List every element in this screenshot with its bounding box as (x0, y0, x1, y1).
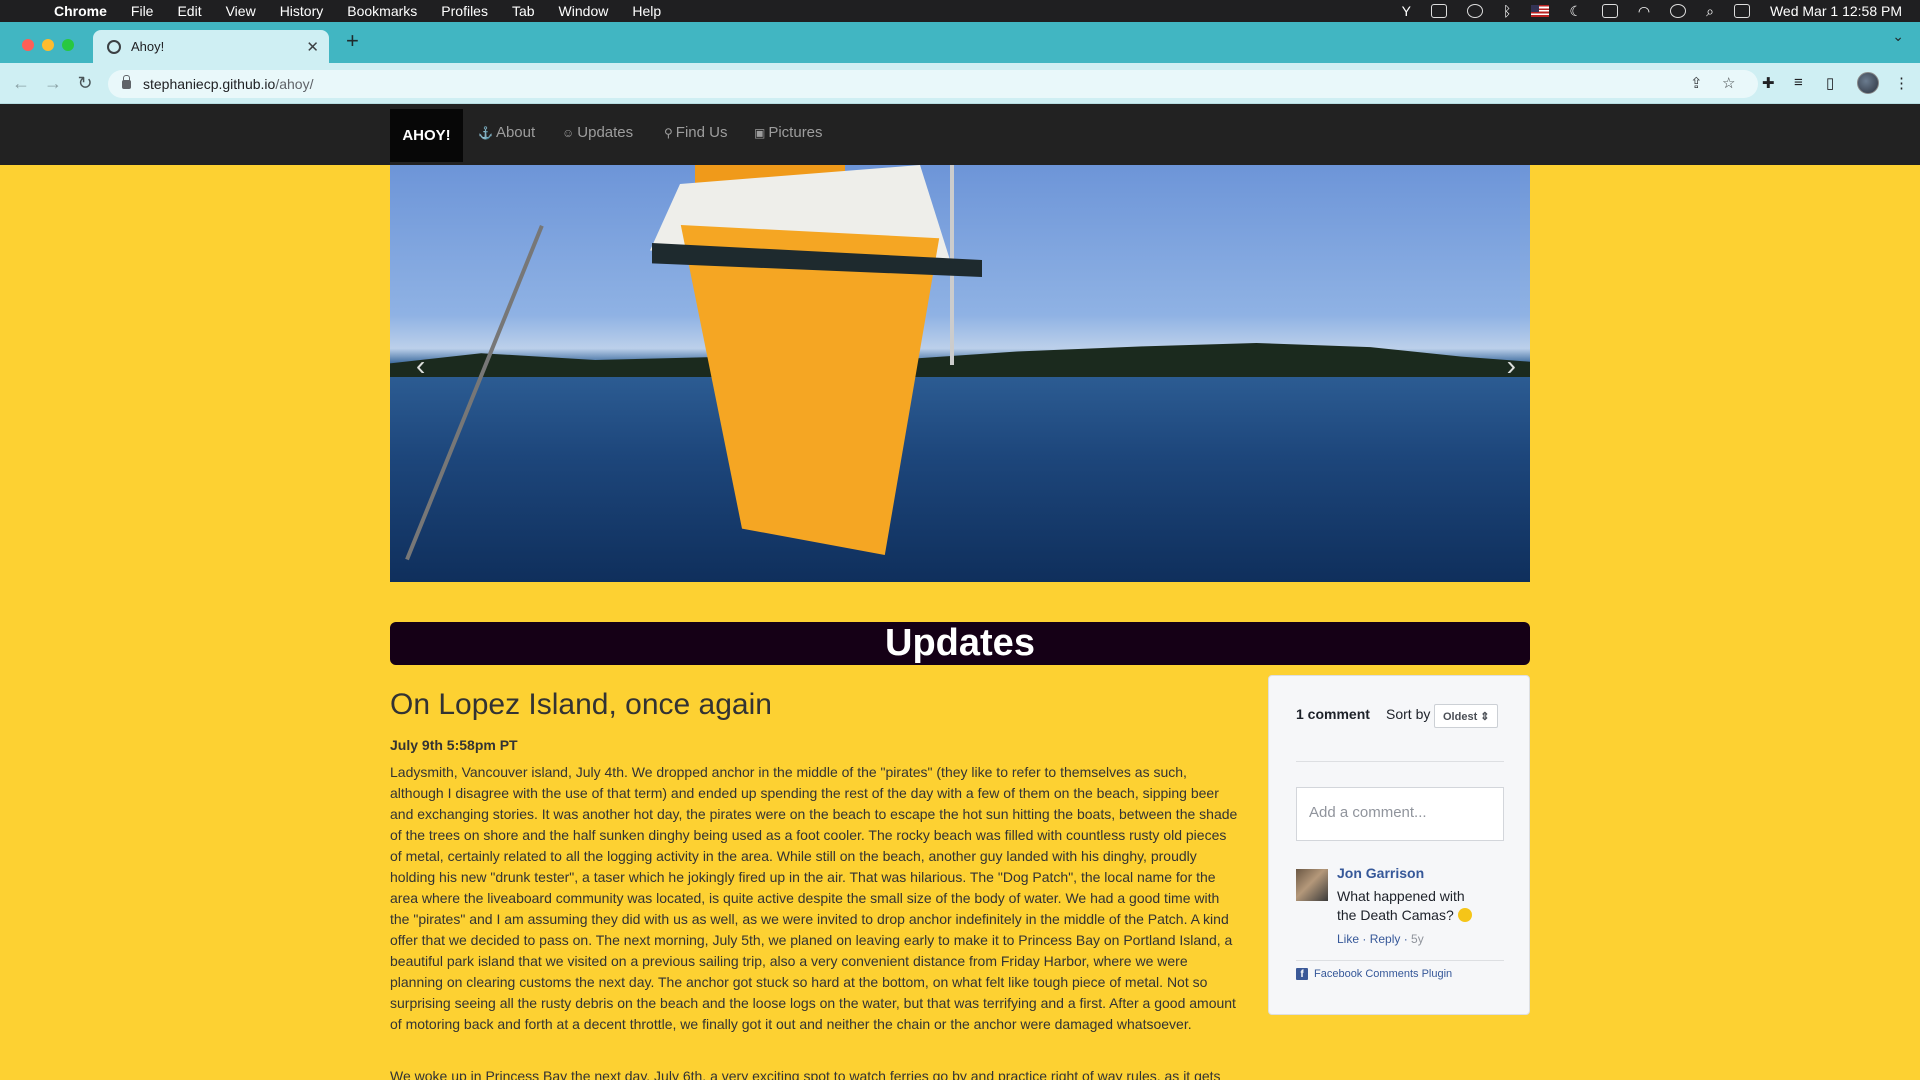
menu-file[interactable]: File (131, 3, 154, 19)
smiley-emoji-icon (1457, 908, 1472, 922)
bookmark-star-icon[interactable]: ☆ (1722, 74, 1735, 92)
profile-avatar[interactable] (1857, 72, 1879, 94)
url-path: /ahoy/ (275, 76, 314, 92)
nav-pictures-label: Pictures (768, 124, 823, 141)
browser-tab-strip: Ahoy! ✕ (0, 22, 1920, 63)
extensions-puzzle-icon[interactable]: ✚ (1762, 74, 1775, 92)
post-title: On Lopez Island, once again (390, 688, 772, 721)
screen-mirroring-icon[interactable] (1430, 4, 1447, 18)
hero-image-anchor-chain (405, 225, 544, 561)
new-tab-button[interactable]: + (346, 30, 359, 52)
share-icon[interactable]: ⇪ (1690, 74, 1703, 92)
tab-title: Ahoy! (131, 39, 165, 54)
spotlight-search-icon[interactable]: ⌕ (1706, 3, 1714, 20)
status-area: Y ᛒ ☾ ◠ ⌕ Wed Mar 1 12:58 PM (1402, 0, 1902, 22)
comments-footer-divider (1296, 960, 1504, 961)
menu-tab[interactable]: Tab (512, 3, 535, 19)
url-host: stephaniecp.github.io (143, 76, 276, 92)
nav-find-us[interactable]: ⚲ Find Us (664, 124, 727, 141)
reload-button[interactable]: ↻ (74, 72, 96, 94)
comment-text: What happened with the Death Camas? (1337, 887, 1487, 925)
menu-window[interactable]: Window (559, 3, 609, 19)
like-link[interactable]: Like (1337, 932, 1359, 946)
focus-moon-icon[interactable]: ☾ (1569, 3, 1582, 20)
comment-text-body: What happened with the Death Camas? (1337, 888, 1465, 923)
site-navbar: AHOY! ⚓ About ☺ Updates ⚲ Find Us ▣ Pict… (0, 104, 1920, 165)
lock-icon[interactable] (122, 74, 131, 89)
browser-tab-active[interactable]: Ahoy! ✕ (93, 30, 329, 63)
carousel-prev-chevron-icon[interactable]: ‹ (416, 350, 425, 382)
sort-select-value: Oldest (1443, 711, 1478, 723)
window-close-button[interactable] (22, 39, 34, 51)
battery-icon[interactable] (1601, 4, 1618, 18)
hero-carousel: ‹ › (390, 165, 1530, 582)
updates-section-heading: Updates (390, 622, 1530, 665)
comment-count: 1 comment (1296, 706, 1370, 722)
menu-help[interactable]: Help (632, 3, 661, 19)
bluetooth-icon[interactable]: ᛒ (1503, 3, 1511, 19)
browser-toolbar: ← → ↻ stephaniecp.github.io/ahoy/ ⇪ ☆ ✚ … (0, 63, 1920, 104)
site-brand[interactable]: AHOY! (390, 109, 463, 162)
control-center-icon[interactable] (1733, 4, 1750, 18)
add-comment-input[interactable]: Add a comment... (1296, 787, 1504, 841)
nav-pictures[interactable]: ▣ Pictures (754, 124, 823, 141)
play-icon[interactable] (1466, 4, 1483, 18)
window-minimize-button[interactable] (42, 39, 54, 51)
nav-find-us-label: Find Us (675, 124, 728, 141)
menu-app-name[interactable]: Chrome (54, 3, 107, 19)
anchor-icon: ⚓ (478, 125, 493, 140)
map-pin-icon: ⚲ (664, 125, 673, 140)
post-body: Ladysmith, Vancouver island, July 4th. W… (390, 764, 1238, 1032)
sort-label: Sort by (1386, 706, 1431, 722)
sort-updown-icon: ⇕ (1480, 711, 1490, 723)
carousel-next-chevron-icon[interactable]: › (1507, 350, 1516, 382)
tab-close-icon[interactable]: ✕ (306, 38, 319, 56)
post-body-next-paragraph: We woke up in Princess Bay the next day,… (390, 1068, 1221, 1080)
menubar-clock[interactable]: Wed Mar 1 12:58 PM (1770, 3, 1902, 19)
window-zoom-button[interactable] (62, 39, 74, 51)
reading-list-icon[interactable]: ≡ (1794, 74, 1803, 91)
forward-button[interactable]: → (42, 72, 64, 94)
nav-about[interactable]: ⚓ About (478, 124, 535, 141)
facebook-plugin-link[interactable]: f Facebook Comments Plugin (1296, 968, 1452, 980)
post-date: July 9th 5:58pm PT (390, 737, 518, 753)
nav-updates[interactable]: ☺ Updates (562, 124, 633, 141)
comment-author[interactable]: Jon Garrison (1337, 865, 1424, 881)
commenter-avatar[interactable] (1296, 869, 1328, 901)
macos-menu-bar: Chrome File Edit View History Bookmarks … (0, 0, 1920, 22)
tab-search-chevron-icon[interactable]: ⌄ (1892, 28, 1904, 45)
menu-profiles[interactable]: Profiles (441, 3, 488, 19)
smiley-icon: ☺ (562, 125, 575, 140)
chrome-menu-icon[interactable]: ⋮ (1894, 74, 1909, 92)
hero-image-treeline (390, 343, 1530, 377)
facebook-icon: f (1296, 968, 1308, 980)
user-switch-icon[interactable] (1670, 4, 1687, 18)
facebook-plugin-label: Facebook Comments Plugin (1314, 968, 1453, 980)
app-status-icon[interactable]: Y (1402, 3, 1411, 19)
menu-edit[interactable]: Edit (177, 3, 201, 19)
wifi-icon[interactable]: ◠ (1638, 3, 1650, 20)
sort-select[interactable]: Oldest ⇕ (1434, 704, 1498, 728)
picture-icon: ▣ (754, 125, 766, 140)
menu-bookmarks[interactable]: Bookmarks (347, 3, 417, 19)
comments-divider (1296, 761, 1504, 762)
facebook-comments-widget: 1 comment Sort by Oldest ⇕ Add a comment… (1268, 675, 1530, 1015)
side-panel-icon[interactable]: ▯ (1826, 74, 1834, 92)
address-bar[interactable]: stephaniecp.github.io/ahoy/ ⇪ ☆ (108, 70, 1758, 98)
nav-updates-label: Updates (577, 124, 634, 141)
menu-history[interactable]: History (280, 3, 324, 19)
nav-about-label: About (495, 124, 536, 141)
globe-favicon-icon (107, 39, 121, 54)
comment-actions: Like · Reply · 5y (1337, 932, 1424, 946)
comment-age[interactable]: 5y (1411, 932, 1424, 946)
reply-link[interactable]: Reply (1370, 932, 1401, 946)
input-source-flag-icon[interactable] (1531, 5, 1550, 17)
menu-view[interactable]: View (226, 3, 256, 19)
back-button[interactable]: ← (10, 72, 32, 94)
